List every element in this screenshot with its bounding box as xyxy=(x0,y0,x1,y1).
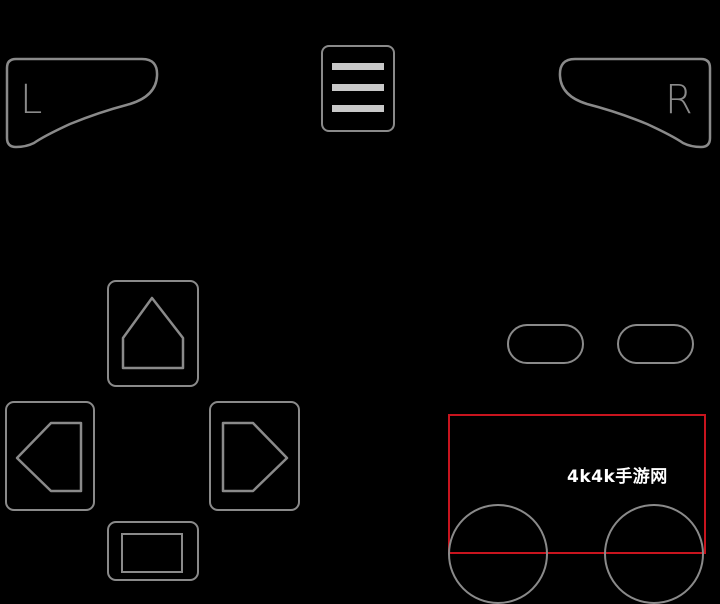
triangle-left-icon xyxy=(15,421,83,493)
triangle-up-icon xyxy=(121,296,185,370)
r-shoulder-label: R xyxy=(665,77,693,123)
l-shoulder-label: L xyxy=(20,77,43,123)
dpad-up-button[interactable] xyxy=(107,280,199,387)
triangle-right-icon xyxy=(221,421,289,493)
l-shoulder-button[interactable]: L xyxy=(4,56,160,150)
dpad-left-button[interactable] xyxy=(5,401,95,511)
watermark-text: 4k4k手游网 xyxy=(567,467,668,487)
start-button[interactable] xyxy=(617,324,694,364)
square-icon xyxy=(121,533,183,573)
dpad-right-button[interactable] xyxy=(209,401,300,511)
dpad-down-button[interactable] xyxy=(107,521,199,581)
hamburger-icon xyxy=(332,63,384,113)
r-shoulder-button[interactable]: R xyxy=(557,56,713,150)
b-button[interactable] xyxy=(448,504,548,604)
a-button[interactable] xyxy=(604,504,704,604)
menu-button[interactable] xyxy=(321,45,395,132)
select-button[interactable] xyxy=(507,324,584,364)
